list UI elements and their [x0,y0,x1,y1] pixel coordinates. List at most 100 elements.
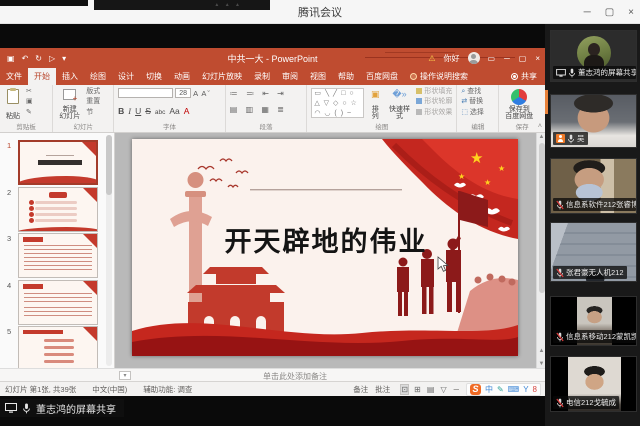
account-avatar[interactable] [468,52,480,64]
canvas-scrollbar[interactable]: ▲ ▲ ▼ [536,133,545,368]
minimize-button[interactable]: ─ [584,7,591,18]
collapse-ribbon-icon[interactable]: ˄ [538,123,542,130]
redo-icon[interactable]: ↻ [35,54,42,63]
language-indicator[interactable]: 中文(中国) [92,384,127,395]
new-slide-button[interactable]: 新建幻灯片 [57,88,82,122]
sidebar-handle[interactable] [545,90,548,114]
ppt-minimize-button[interactable]: ─ [504,54,510,63]
paste-button[interactable]: 粘贴 [4,88,22,122]
slide-sorter-icon: ⊞ [414,385,421,394]
close-button[interactable]: × [628,7,634,18]
font-size-input[interactable]: 28 [175,88,191,98]
zoom-out-button[interactable]: ─ [454,385,459,394]
thumbnail-scrollbar[interactable] [106,135,112,366]
save-to-netdisk-button[interactable]: 保存到百度网盘 [503,88,535,122]
underline-button[interactable]: U [135,106,141,116]
slide-thumbnail-2[interactable]: 2 [18,187,98,232]
sogou-input-toolbar[interactable]: S 中 ✎ ⌨ Y 8 [466,383,541,396]
quick-styles-button[interactable]: �» 快速样式 [387,88,413,122]
normal-view-icon: ⊡ [401,385,408,394]
group-label: 编辑 [457,121,498,131]
notes-pane[interactable]: ▾ 单击此处添加备注 [0,368,545,381]
sogou-logo-icon[interactable]: S [470,384,481,395]
cut-icon[interactable]: ✂ [26,88,33,96]
section-button[interactable]: 节 [86,109,100,117]
slide-thumbnail-5[interactable]: 5 [18,326,98,368]
layout-button[interactable]: 版式 [86,88,100,96]
shape-effects-button[interactable]: 形状效果 [416,109,452,117]
handwriting-icon[interactable]: ✎ [497,385,504,394]
tab-help[interactable]: 帮助 [332,68,360,85]
font-color-button[interactable]: A [184,106,190,116]
replace-button[interactable]: ⇄ 替换 [461,98,484,106]
ppt-restore-button[interactable]: ▢ [519,54,527,63]
mic-muted-icon [556,332,564,342]
bullets-numbering-icons[interactable]: ≔ ≕ ⇤ ⇥ [230,88,303,100]
accessibility-status[interactable]: 辅助功能: 调查 [143,384,192,395]
participant-tile-3[interactable]: 信息系软件212张睿博 [550,158,637,214]
mic-on-icon [568,68,576,78]
select-button[interactable]: ⬚ 选择 [461,109,484,117]
find-button[interactable]: ⌕ 查找 [461,88,484,96]
participant-name: 董志鸿的屏幕共享 [578,67,636,78]
floating-toolbar[interactable]: ▲ ▲ ▲ [94,0,270,10]
quick-styles-icon: �» [392,89,406,100]
slide-thumbnail-4[interactable]: 4 [18,280,98,325]
grow-shrink-font-icons[interactable]: A Aˇ [193,89,211,98]
change-case-button[interactable]: Aa [169,106,179,116]
tab-file[interactable]: 文件 [0,68,28,85]
participant-tile-4[interactable]: 张君豪无人机212 [550,222,637,282]
participant-tile-1[interactable]: 董志鸿的屏幕共享 [550,30,637,82]
tell-me-search[interactable]: 操作说明搜索 [404,68,474,85]
participant-tile-6[interactable]: 电信212戈毓成 [550,356,637,412]
bold-button[interactable]: B [118,106,124,116]
format-painter-icon[interactable]: ✎ [26,109,33,117]
shape-fill-button[interactable]: 形状填充 [416,88,452,96]
tab-animations[interactable]: 动画 [168,68,196,85]
italic-button[interactable]: I [128,106,131,116]
tab-draw[interactable]: 绘图 [84,68,112,85]
slide-thumbnail-3[interactable]: 3 [18,233,98,278]
tab-home[interactable]: 开始 [28,68,56,85]
ribbon-options-icon[interactable]: ▭ [488,54,496,63]
slide-thumbnail-1[interactable]: 1 [18,140,98,185]
comments-toggle[interactable]: 批注 [375,384,390,395]
slide[interactable]: ★ ★ ★ ★ [132,139,518,356]
strikethrough-button[interactable]: S [145,106,151,116]
arrange-button[interactable]: ▣ 排列 [368,88,383,122]
tab-slideshow[interactable]: 幻灯片放映 [196,68,248,85]
ppt-close-button[interactable]: × [535,54,540,63]
participant-tile-5[interactable]: 信息系移动212蒙凯凯 [550,296,637,346]
undo-icon[interactable]: ↶ [22,54,29,63]
qat-more-icon[interactable]: ▾ [62,54,66,63]
tab-review[interactable]: 审阅 [276,68,304,85]
reset-button[interactable]: 重置 [86,98,100,106]
skin-icon[interactable]: Y [523,385,528,394]
toolbox-icon[interactable]: 8 [533,385,537,394]
tab-transitions[interactable]: 切换 [140,68,168,85]
tab-design[interactable]: 设计 [112,68,140,85]
account-name[interactable]: 你好 [444,53,460,64]
tab-record[interactable]: 录制 [248,68,276,85]
shapes-gallery[interactable]: ▭ ╲ ╱ □ ○ △ ▽ ◇ ○ ☆ ◠ ◡ ( ) ~ [311,88,363,118]
ppt-share-button[interactable]: 共享 [511,68,537,85]
input-mode-icon[interactable]: 中 [485,384,493,395]
participant-tile-2[interactable]: 吴 [550,94,637,148]
tab-view[interactable]: 视图 [304,68,332,85]
maximize-button[interactable]: ▢ [605,7,614,18]
save-icon[interactable]: ▣ [7,54,15,63]
slideshow-icon[interactable]: ▷ [49,54,55,63]
copy-icon[interactable]: ▣ [26,98,33,106]
view-buttons[interactable]: ⊡ ⊞ ▤ ▽ [397,385,446,394]
lightbulb-icon [410,73,417,80]
notes-toggle[interactable]: 备注 [353,384,368,395]
font-name-input[interactable] [118,88,173,98]
ppt-statusbar: 幻灯片 第1张, 共39张 中文(中国) 辅助功能: 调查 备注 批注 ⊡ ⊞ … [0,381,545,396]
keyboard-icon[interactable]: ⌨ [508,385,520,394]
tab-insert[interactable]: 插入 [56,68,84,85]
alignment-icons[interactable]: ▤ ▥ ▦ ≣ [230,104,303,116]
char-spacing-button[interactable]: abc [155,109,165,116]
tab-baidu-netdisk[interactable]: 百度网盘 [360,68,404,85]
notes-resize-handle[interactable]: ▾ [119,371,131,380]
shape-outline-button[interactable]: 形状轮廓 [416,98,452,106]
